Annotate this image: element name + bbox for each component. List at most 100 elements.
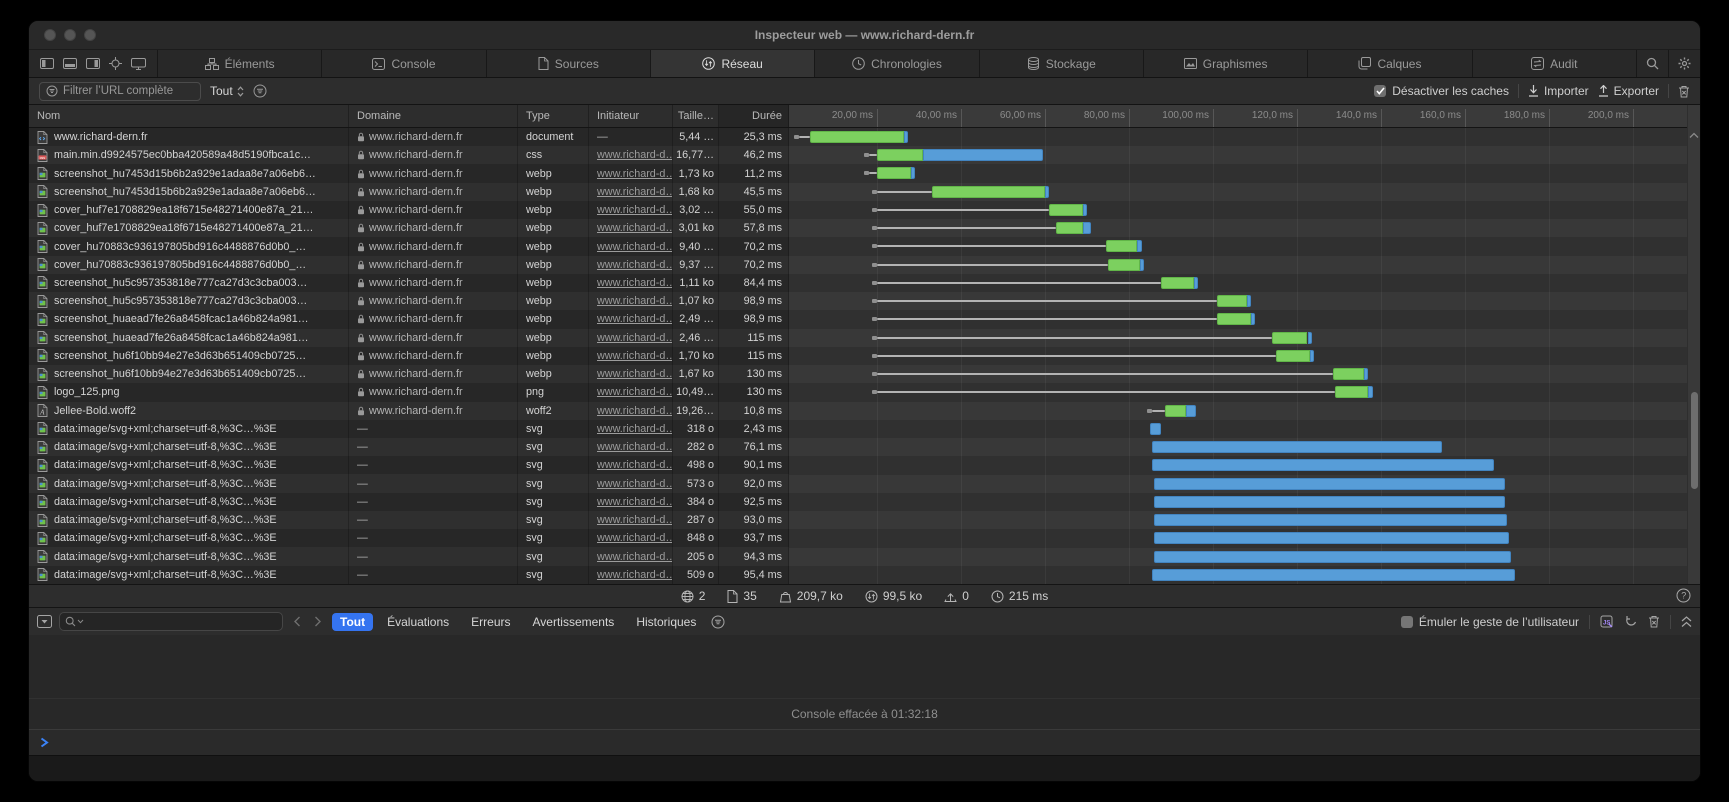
close-window-button[interactable] (44, 29, 56, 41)
initiator-link[interactable]: www.richard-d… (597, 259, 673, 271)
help-button[interactable]: ? (1676, 588, 1691, 603)
clear-network-items-button[interactable] (1678, 85, 1690, 98)
network-row[interactable]: cover_hu70883c936197805bd916c4488876d0b0… (29, 256, 789, 274)
initiator-link[interactable]: www.richard-d… (597, 423, 673, 435)
settings-button[interactable] (1669, 50, 1700, 77)
console-prompt[interactable] (29, 729, 1700, 755)
next-result-button[interactable] (311, 616, 325, 627)
initiator-link[interactable]: www.richard-d… (597, 532, 673, 544)
network-row[interactable]: logo_125.pngwww.richard-dern.frpngwww.ri… (29, 383, 789, 401)
network-row[interactable]: www.richard-dern.frwww.richard-dern.frdo… (29, 128, 789, 146)
initiator-link[interactable]: www.richard-d… (597, 441, 673, 453)
emulate-user-gesture-checkbox[interactable]: Émuler le geste de l’utilisateur (1401, 615, 1579, 629)
network-row[interactable]: cover_huf7e1708829ea18f6715e48271400e87a… (29, 219, 789, 237)
initiator-link[interactable]: www.richard-d… (597, 277, 673, 289)
network-row[interactable]: screenshot_hu6f10bb94e27e3d63b651409cb07… (29, 365, 789, 383)
dock-bottom-icon[interactable] (63, 58, 77, 69)
network-row[interactable]: data:image/svg+xml;charset=utf-8,%3C…%3E… (29, 456, 789, 474)
initiator-link[interactable]: www.richard-d… (597, 350, 673, 362)
initiator-link[interactable]: www.richard-d… (597, 332, 673, 344)
column-header-duration[interactable]: Durée (719, 105, 789, 127)
initiator-link[interactable]: www.richard-d… (597, 551, 673, 563)
network-row[interactable]: AJellee-Bold.woff2www.richard-dern.frwof… (29, 402, 789, 420)
tab-elements[interactable]: Éléments (158, 50, 322, 77)
network-row[interactable]: cover_huf7e1708829ea18f6715e48271400e87a… (29, 201, 789, 219)
console-filter-tout[interactable]: Tout (332, 613, 373, 631)
tab-layers[interactable]: Calques (1308, 50, 1472, 77)
console-filter-options-button[interactable] (711, 615, 725, 629)
network-row[interactable]: screenshot_hu5c957353818e777ca27d3c3cba0… (29, 292, 789, 310)
network-row[interactable]: data:image/svg+xml;charset=utf-8,%3C…%3E… (29, 493, 789, 511)
clear-console-button[interactable] (1648, 615, 1660, 628)
console-filter-erreurs[interactable]: Erreurs (463, 613, 518, 631)
network-row[interactable]: screenshot_huaead7fe26a8458fcac1a46b824a… (29, 310, 789, 328)
import-button[interactable]: Importer (1528, 84, 1589, 98)
tab-network[interactable]: Réseau (651, 50, 815, 77)
network-row[interactable]: data:image/svg+xml;charset=utf-8,%3C…%3E… (29, 420, 789, 438)
network-row[interactable]: data:image/svg+xml;charset=utf-8,%3C…%3E… (29, 566, 789, 584)
tab-audit[interactable]: Audit (1473, 50, 1637, 77)
initiator-link[interactable]: www.richard-d… (597, 459, 673, 471)
initiator-link[interactable]: www.richard-d… (597, 569, 673, 581)
tab-sources[interactable]: Sources (487, 50, 651, 77)
search-button[interactable] (1637, 50, 1669, 77)
resource-type-select[interactable]: Tout (210, 84, 244, 98)
network-row[interactable]: screenshot_hu7453d15b6b2a929e1adaa8e7a06… (29, 183, 789, 201)
scroll-up-icon[interactable] (1689, 132, 1699, 139)
initiator-link[interactable]: www.richard-d… (597, 186, 673, 198)
filter-options-button[interactable] (253, 84, 267, 98)
initiator-link[interactable]: www.richard-d… (597, 295, 673, 307)
initiator-link[interactable]: www.richard-d… (597, 168, 673, 180)
initiator-link[interactable]: www.richard-d… (597, 496, 673, 508)
tab-timelines[interactable]: Chronologies (815, 50, 979, 77)
initiator-link[interactable]: www.richard-d… (597, 386, 673, 398)
initiator-link[interactable]: www.richard-d… (597, 368, 673, 380)
expand-console-icon[interactable] (1681, 616, 1692, 628)
tab-console[interactable]: Console (322, 50, 486, 77)
column-header-type[interactable]: Type (518, 105, 589, 127)
network-row[interactable]: screenshot_hu5c957353818e777ca27d3c3cba0… (29, 274, 789, 292)
initiator-link[interactable]: www.richard-d… (597, 222, 673, 234)
network-row[interactable]: screenshot_hu6f10bb94e27e3d63b651409cb07… (29, 347, 789, 365)
network-row[interactable]: data:image/svg+xml;charset=utf-8,%3C…%3E… (29, 474, 789, 492)
tab-graphics[interactable]: Graphismes (1144, 50, 1308, 77)
initiator-link[interactable]: www.richard-d… (597, 313, 673, 325)
dock-left-icon[interactable] (40, 58, 54, 69)
previous-result-button[interactable] (290, 616, 304, 627)
disable-caches-checkbox[interactable]: Désactiver les caches (1374, 84, 1509, 98)
zoom-window-button[interactable] (84, 29, 96, 41)
network-row[interactable]: cssmain.min.d9924575ec0bba420589a48d5190… (29, 146, 789, 164)
network-row[interactable]: data:image/svg+xml;charset=utf-8,%3C…%3E… (29, 511, 789, 529)
column-header-name[interactable]: Nom (29, 105, 349, 127)
initiator-link[interactable]: www.richard-d… (597, 149, 673, 161)
console-filter-avertissements[interactable]: Avertissements (525, 613, 623, 631)
network-row[interactable]: data:image/svg+xml;charset=utf-8,%3C…%3E… (29, 529, 789, 547)
console-filter-historiques[interactable]: Historiques (628, 613, 704, 631)
network-row[interactable]: data:image/svg+xml;charset=utf-8,%3C…%3E… (29, 438, 789, 456)
network-row[interactable]: screenshot_hu7453d15b6b2a929e1adaa8e7a06… (29, 164, 789, 182)
dock-right-icon[interactable] (86, 58, 100, 69)
console-filter-évaluations[interactable]: Évaluations (379, 613, 457, 631)
network-row[interactable]: cover_hu70883c936197805bd916c4488876d0b0… (29, 237, 789, 255)
reload-icon[interactable] (1624, 615, 1638, 629)
network-row[interactable]: screenshot_huaead7fe26a8458fcac1a46b824a… (29, 329, 789, 347)
column-header-domain[interactable]: Domaine (349, 105, 518, 127)
collapse-console-button[interactable] (37, 615, 52, 628)
minimize-window-button[interactable] (64, 29, 76, 41)
initiator-link[interactable]: www.richard-d… (597, 405, 673, 417)
device-settings-icon[interactable] (131, 58, 146, 70)
initiator-link[interactable]: www.richard-d… (597, 204, 673, 216)
export-button[interactable]: Exporter (1598, 84, 1659, 98)
element-picker-icon[interactable] (109, 57, 122, 70)
column-header-size[interactable]: Taille… (673, 105, 719, 127)
initiator-link[interactable]: www.richard-d… (597, 514, 673, 526)
scrollbar-thumb[interactable] (1691, 392, 1698, 489)
vertical-scrollbar[interactable] (1687, 105, 1700, 584)
initiator-link[interactable]: www.richard-d… (597, 478, 673, 490)
column-header-initiator[interactable]: Initiateur (589, 105, 673, 127)
url-filter-input[interactable]: Filtrer l’URL complète (39, 82, 201, 101)
console-search-input[interactable] (59, 612, 283, 631)
initiator-link[interactable]: www.richard-d… (597, 241, 673, 253)
network-row[interactable]: data:image/svg+xml;charset=utf-8,%3C…%3E… (29, 547, 789, 565)
tab-storage[interactable]: Stockage (980, 50, 1144, 77)
